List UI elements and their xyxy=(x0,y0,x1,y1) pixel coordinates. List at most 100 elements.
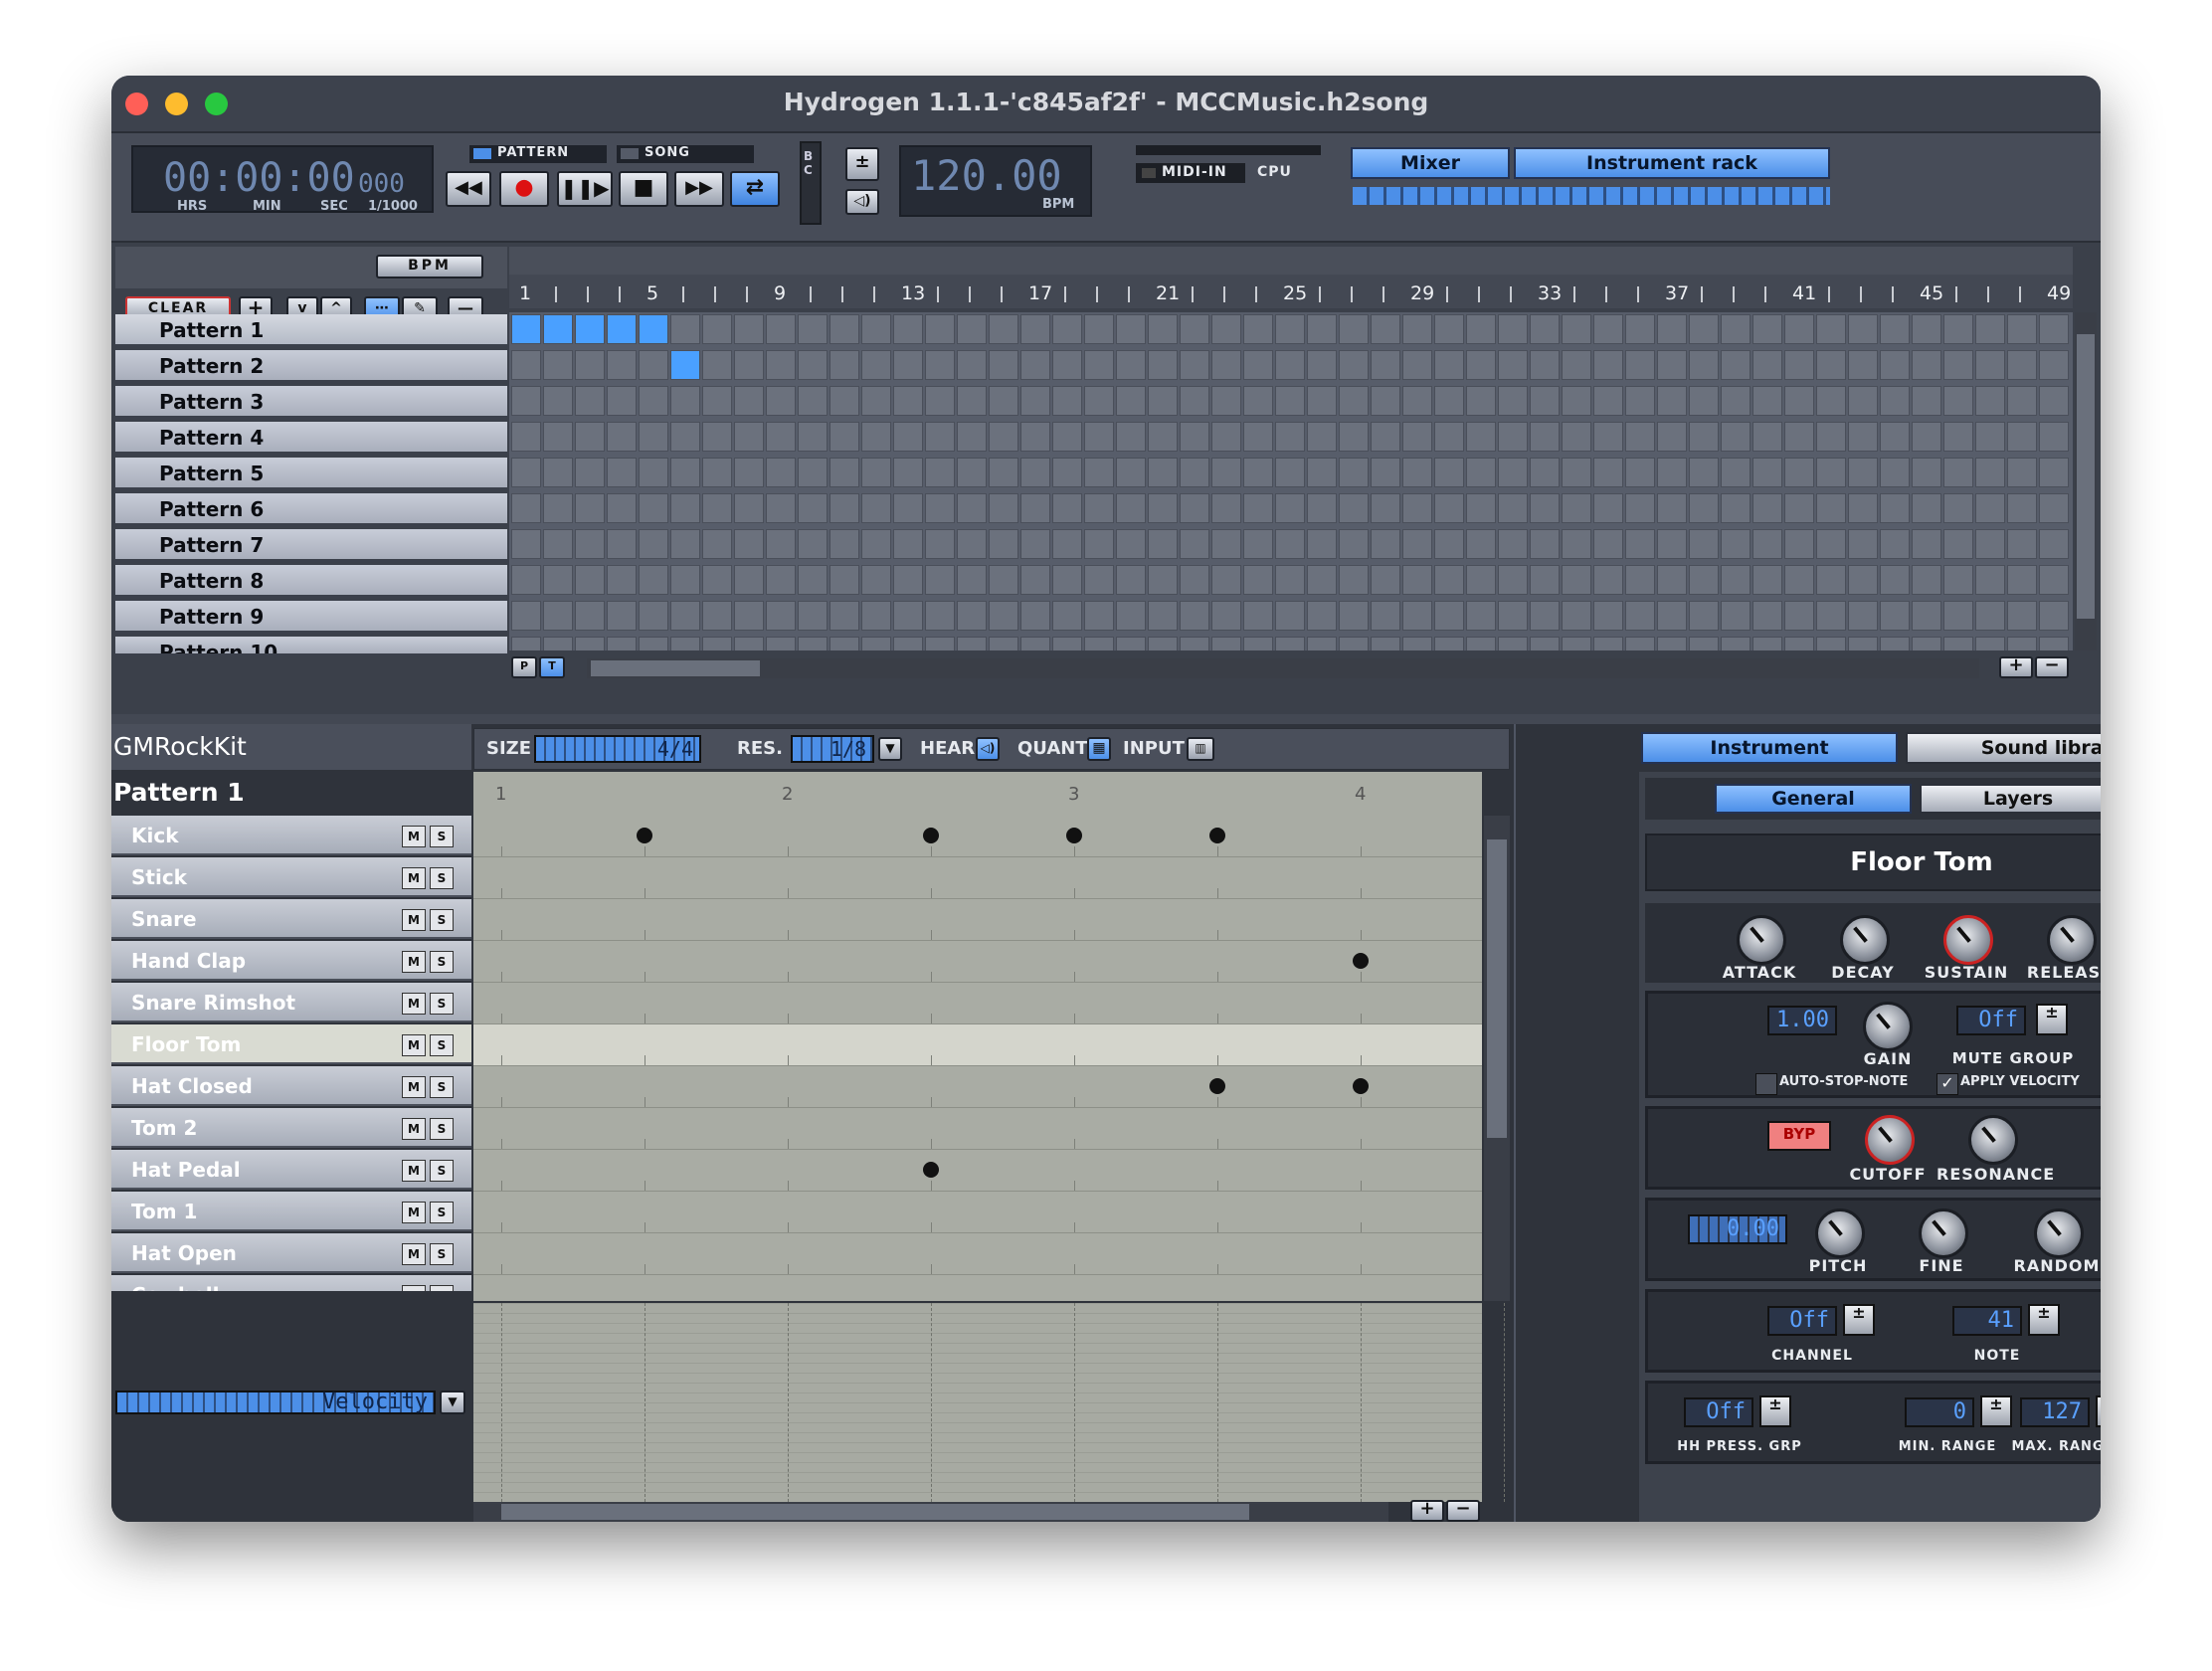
song-cell[interactable] xyxy=(511,637,541,650)
song-cell[interactable] xyxy=(1371,493,1400,523)
song-cell[interactable] xyxy=(1816,529,1846,559)
hear-toggle[interactable]: ◁) xyxy=(976,737,1000,761)
song-cell[interactable] xyxy=(1371,314,1400,344)
mute-button[interactable]: M xyxy=(402,1118,426,1140)
play-pause-button[interactable]: ❚❚▶ xyxy=(557,171,613,207)
song-cell[interactable] xyxy=(1339,493,1369,523)
song-cell[interactable] xyxy=(861,637,891,650)
pattern-list-item[interactable]: Pattern 1 xyxy=(115,314,507,347)
random-knob[interactable] xyxy=(2034,1208,2084,1258)
song-cell[interactable] xyxy=(1625,386,1655,416)
song-cell[interactable] xyxy=(1339,458,1369,487)
song-cell[interactable] xyxy=(830,493,859,523)
song-cell[interactable] xyxy=(543,529,573,559)
note-dot[interactable] xyxy=(923,828,939,843)
song-cell[interactable] xyxy=(1180,422,1209,452)
song-cell[interactable] xyxy=(639,314,668,344)
song-cell[interactable] xyxy=(1912,350,1941,380)
song-cell[interactable] xyxy=(830,565,859,595)
song-cell[interactable] xyxy=(1816,493,1846,523)
note-row[interactable] xyxy=(473,1150,1482,1192)
song-cell[interactable] xyxy=(766,458,796,487)
song-cell[interactable] xyxy=(925,565,955,595)
song-cell[interactable] xyxy=(893,637,923,650)
song-cell[interactable] xyxy=(1116,386,1146,416)
song-cell[interactable] xyxy=(543,314,573,344)
filter-bypass-button[interactable]: BYP xyxy=(1767,1121,1831,1151)
song-cell[interactable] xyxy=(1880,458,1910,487)
min-range-spin[interactable]: ± xyxy=(1980,1395,2012,1427)
song-cell[interactable] xyxy=(702,601,732,631)
song-cell[interactable] xyxy=(1402,529,1432,559)
song-cell[interactable] xyxy=(1402,422,1432,452)
song-cell[interactable] xyxy=(1243,386,1273,416)
pattern-list-item[interactable]: Pattern 5 xyxy=(115,458,507,490)
song-cell[interactable] xyxy=(670,529,700,559)
song-cell[interactable] xyxy=(957,493,987,523)
song-cell[interactable] xyxy=(1625,493,1655,523)
song-cell[interactable] xyxy=(1402,493,1432,523)
song-cell[interactable] xyxy=(1243,493,1273,523)
song-cell[interactable] xyxy=(575,422,605,452)
song-cell[interactable] xyxy=(639,422,668,452)
song-cell[interactable] xyxy=(734,350,764,380)
max-range-value[interactable]: 127 xyxy=(2020,1397,2090,1427)
song-cell[interactable] xyxy=(1498,637,1528,650)
song-cell[interactable] xyxy=(734,422,764,452)
song-cell[interactable] xyxy=(607,314,637,344)
song-cell[interactable] xyxy=(607,350,637,380)
note-row[interactable] xyxy=(473,1192,1482,1233)
song-cell[interactable] xyxy=(1816,601,1846,631)
song-cell[interactable] xyxy=(1816,386,1846,416)
song-cell[interactable] xyxy=(1657,529,1687,559)
song-cell[interactable] xyxy=(607,529,637,559)
song-cell[interactable] xyxy=(830,637,859,650)
song-cell[interactable] xyxy=(543,422,573,452)
song-cell[interactable] xyxy=(861,529,891,559)
song-cell[interactable] xyxy=(1211,314,1241,344)
song-cell[interactable] xyxy=(1562,565,1591,595)
song-cell[interactable] xyxy=(575,458,605,487)
song-cell[interactable] xyxy=(734,529,764,559)
song-cell[interactable] xyxy=(1848,565,1878,595)
tab-sound-library[interactable]: Sound library xyxy=(1906,732,2101,764)
song-cell[interactable] xyxy=(1211,458,1241,487)
song-cell[interactable] xyxy=(1243,422,1273,452)
mute-button[interactable]: M xyxy=(402,867,426,889)
song-cell[interactable] xyxy=(925,493,955,523)
song-cell[interactable] xyxy=(1498,350,1528,380)
song-cell[interactable] xyxy=(575,529,605,559)
song-cell[interactable] xyxy=(1084,386,1114,416)
song-cell[interactable] xyxy=(1752,350,1782,380)
song-cell[interactable] xyxy=(1275,565,1305,595)
song-hscrollbar[interactable] xyxy=(587,658,1979,678)
song-cell[interactable] xyxy=(1880,493,1910,523)
song-cell[interactable] xyxy=(1339,350,1369,380)
song-cell[interactable] xyxy=(1434,386,1464,416)
song-cell[interactable] xyxy=(639,458,668,487)
song-cell[interactable] xyxy=(607,601,637,631)
song-cell[interactable] xyxy=(1593,386,1623,416)
solo-button[interactable]: S xyxy=(430,1285,454,1291)
song-cell[interactable] xyxy=(2039,529,2069,559)
p-button[interactable]: P xyxy=(511,656,537,678)
tab-layers[interactable]: Layers xyxy=(1920,784,2101,814)
song-cell[interactable] xyxy=(925,601,955,631)
song-cell[interactable] xyxy=(1434,565,1464,595)
instrument-row[interactable]: Stick M S xyxy=(111,857,471,897)
song-mode-button[interactable]: SONG xyxy=(617,145,754,163)
song-cell[interactable] xyxy=(798,637,828,650)
song-cell[interactable] xyxy=(1752,637,1782,650)
song-cell[interactable] xyxy=(734,458,764,487)
song-cell[interactable] xyxy=(1434,314,1464,344)
mute-group-spin[interactable]: ± xyxy=(2036,1004,2068,1035)
song-cell[interactable] xyxy=(1880,601,1910,631)
size-field[interactable]: 4/4 xyxy=(534,735,701,763)
t-button[interactable]: T xyxy=(539,656,565,678)
song-cell[interactable] xyxy=(766,350,796,380)
song-cell[interactable] xyxy=(734,601,764,631)
song-cell[interactable] xyxy=(639,350,668,380)
song-cell[interactable] xyxy=(1848,601,1878,631)
mute-button[interactable]: M xyxy=(402,909,426,931)
song-cell[interactable] xyxy=(1625,422,1655,452)
